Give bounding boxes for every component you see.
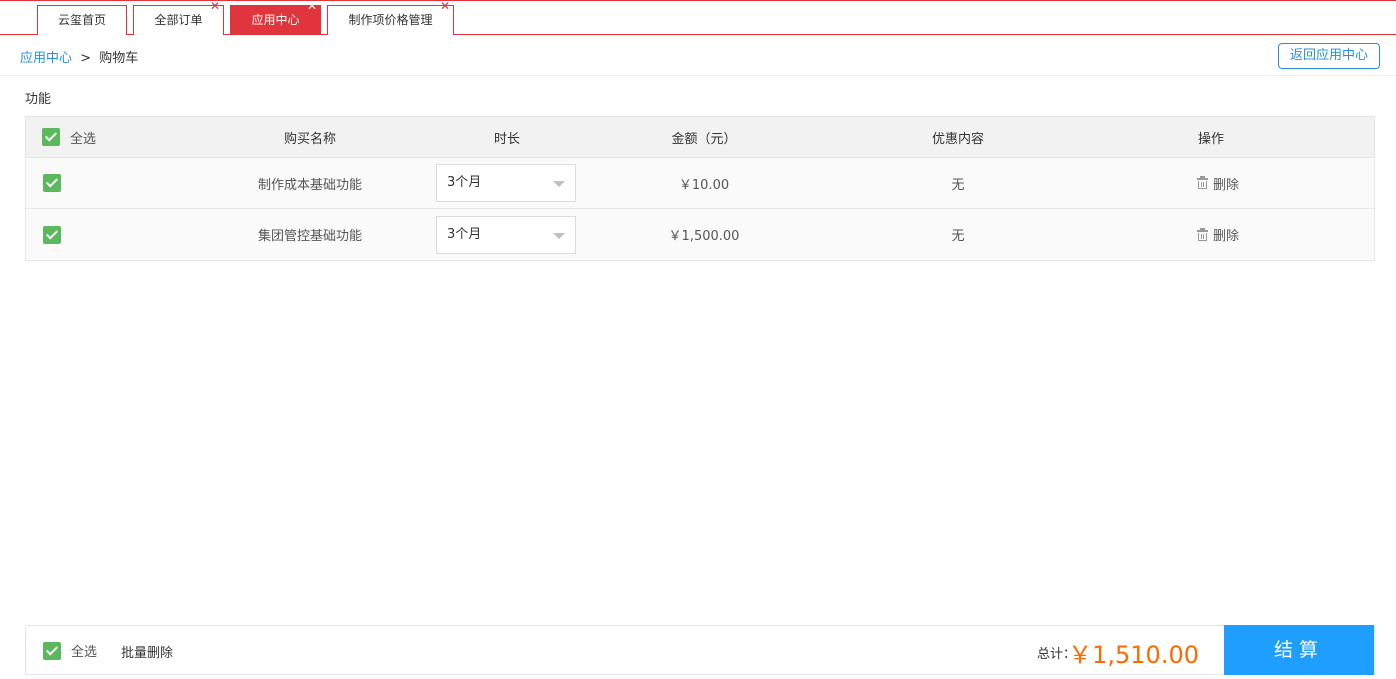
duration-select[interactable]: 3个月 [436, 164, 576, 202]
trash-icon [1196, 227, 1208, 241]
cart-footer: 全选 批量删除 总计： ￥1,510.00 结算 [25, 625, 1375, 675]
header-duration: 时长 [493, 131, 520, 147]
select-all-header: 全选 [42, 117, 162, 157]
duration-value: 3个月 [447, 226, 482, 242]
table-row: 集团管控基础功能 3个月 ￥1,500.00 无 删除 [26, 209, 1374, 260]
footer-select-all-label: 全选 [71, 645, 98, 660]
header-action: 操作 [1197, 131, 1224, 147]
duration-select[interactable]: 3个月 [436, 215, 576, 254]
select-all-label: 全选 [70, 131, 97, 147]
trash-icon [1196, 176, 1208, 189]
item-discount: 无 [951, 177, 965, 193]
cart-table: 全选 购买名称 时长 金额（元） 优惠内容 操作 制作成本基础功能 3个月 ￥1… [25, 116, 1375, 261]
tab-price-management[interactable]: 制作项价格管理 ✕ [327, 0, 454, 35]
header-amount: 金额（元） [671, 131, 737, 147]
item-discount: 无 [951, 229, 965, 244]
total-amount: ￥1,510.00 [1068, 641, 1199, 669]
item-amount: ￥1,500.00 [668, 229, 740, 244]
duration-value: 3个月 [447, 175, 482, 190]
tab-yunxi-home[interactable]: 云玺首页 [37, 5, 127, 35]
caret-down-icon [553, 232, 565, 239]
delete-label: 删除 [1212, 229, 1239, 244]
footer-select-all: 全选 [43, 641, 97, 660]
checkout-button[interactable]: 结算 [1224, 625, 1374, 675]
batch-delete-button[interactable]: 批量删除 [121, 642, 173, 661]
tab-bar: 云玺首页 全部订单 ✕ 应用中心 ✕ 制作项价格管理 ✕ [0, 0, 1396, 35]
row-checkbox-cell [42, 209, 62, 260]
breadcrumb-row: 应用中心 > 购物车 返回应用中心 [0, 36, 1396, 76]
item-name: 集团管控基础功能 [257, 229, 362, 244]
tab-label: 全部订单 [154, 13, 203, 27]
delete-button[interactable]: 删除 [1196, 174, 1239, 193]
breadcrumb-separator: > [80, 51, 92, 66]
item-name: 制作成本基础功能 [257, 177, 362, 193]
back-to-app-center-button[interactable]: 返回应用中心 [1278, 43, 1380, 69]
tab-app-center[interactable]: 应用中心 ✕ [230, 0, 321, 35]
row-checkbox[interactable] [43, 225, 61, 244]
item-amount: ￥10.00 [678, 177, 730, 193]
header-discount: 优惠内容 [931, 131, 984, 147]
tab-label: 应用中心 [251, 13, 300, 27]
tab-all-orders[interactable]: 全部订单 ✕ [133, 0, 224, 35]
tab-label: 制作项价格管理 [348, 13, 433, 27]
tab-label: 云玺首页 [57, 13, 106, 27]
row-checkbox-cell [42, 158, 62, 208]
select-all-checkbox[interactable] [42, 128, 60, 146]
breadcrumb: 应用中心 > 购物车 [20, 47, 138, 66]
delete-label: 删除 [1212, 177, 1239, 193]
delete-button[interactable]: 删除 [1196, 225, 1239, 244]
duration-cell: 3个月 [436, 209, 576, 260]
footer-select-all-checkbox[interactable] [43, 641, 61, 660]
action-cell: 删除 [1118, 209, 1318, 260]
header-name: 购买名称 [283, 131, 336, 147]
breadcrumb-current: 购物车 [99, 51, 139, 66]
table-header-row: 全选 购买名称 时长 金额（元） 优惠内容 操作 [26, 117, 1374, 158]
breadcrumb-root-link[interactable]: 应用中心 [20, 51, 72, 66]
action-cell: 删除 [1118, 158, 1318, 208]
caret-down-icon [553, 181, 565, 187]
close-icon[interactable]: ✕ [307, 0, 317, 14]
duration-cell: 3个月 [436, 158, 576, 208]
close-icon[interactable]: ✕ [440, 0, 450, 14]
section-label: 功能 [25, 92, 52, 107]
close-icon[interactable]: ✕ [210, 0, 220, 14]
table-row: 制作成本基础功能 3个月 ￥10.00 无 删除 [26, 158, 1374, 209]
row-checkbox[interactable] [43, 174, 61, 192]
